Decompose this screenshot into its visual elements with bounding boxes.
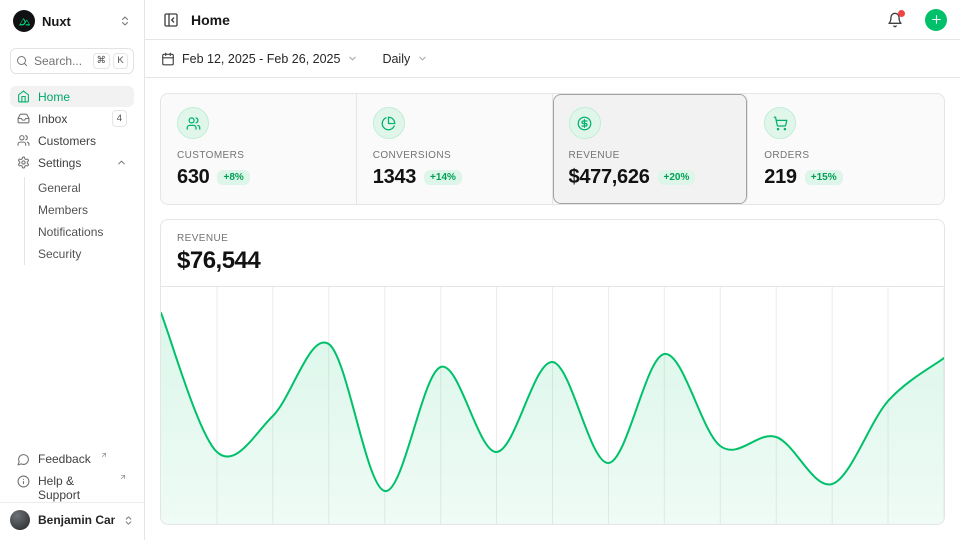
stat-value: $477,626 [569, 166, 650, 189]
sidebar-item-inbox[interactable]: Inbox 4 [10, 108, 134, 129]
footer-link-label: Help & Support [38, 474, 110, 502]
notification-dot [898, 10, 905, 17]
sidebar-item-members[interactable]: Members [38, 199, 134, 221]
footer-link-label: Feedback [38, 452, 91, 466]
external-link-icon [119, 473, 127, 481]
stat-delta-badge: +20% [658, 170, 696, 185]
sidebar-item-home[interactable]: Home [10, 86, 134, 107]
stat-delta-badge: +15% [805, 170, 843, 185]
chevron-up-icon [116, 157, 127, 168]
nuxt-logo-icon [13, 10, 35, 32]
stat-delta-badge: +8% [217, 170, 249, 185]
plus-icon [930, 13, 943, 26]
info-icon [17, 475, 30, 488]
main-area: Home Feb 12, 2025 - Feb 26, 2025 [145, 0, 960, 540]
chart-metric-value: $76,544 [177, 247, 928, 275]
team-selector[interactable]: Nuxt [10, 8, 134, 34]
users-icon [17, 134, 30, 147]
inbox-icon [17, 112, 30, 125]
stat-card-revenue[interactable]: REVENUE $477,626 +20% [553, 94, 749, 204]
chart-metric-label: REVENUE [177, 233, 928, 244]
avatar [10, 510, 30, 530]
external-link-icon [100, 451, 108, 459]
stats-row: CUSTOMERS 630 +8% CONVERSIONS 1343 +14% [160, 93, 945, 205]
user-menu[interactable]: Benjamin Canac [10, 510, 134, 530]
users-icon [177, 107, 209, 139]
stat-value: 630 [177, 166, 209, 189]
sidebar-item-label: Settings [38, 156, 81, 170]
chart-plot-area[interactable]: 14 Feb16 Feb18 Feb20 Feb22 Feb24 Feb [161, 287, 944, 524]
sidebar: Nuxt Search... ⌘ K Home [0, 0, 145, 540]
add-button[interactable] [925, 9, 947, 31]
help-support-link[interactable]: Help & Support [10, 472, 134, 493]
stat-card-orders[interactable]: ORDERS 219 +15% [748, 94, 944, 204]
sidebar-item-settings[interactable]: Settings [10, 152, 134, 173]
stat-label: ORDERS [764, 150, 928, 161]
panel-left-close-icon [163, 12, 179, 28]
home-icon [17, 90, 30, 103]
calendar-icon [161, 52, 175, 66]
sidebar-item-general[interactable]: General [38, 177, 134, 199]
gear-icon [17, 156, 30, 169]
filter-toolbar: Feb 12, 2025 - Feb 26, 2025 Daily [145, 40, 960, 78]
sidebar-item-label: Customers [38, 134, 96, 148]
search-placeholder: Search... [34, 54, 87, 68]
revenue-chart-card: REVENUE $76,544 14 Feb16 Feb18 Feb20 Feb… [160, 219, 945, 525]
stat-delta-badge: +14% [424, 170, 462, 185]
top-bar: Home [145, 0, 960, 40]
team-name: Nuxt [42, 14, 112, 29]
user-section: Benjamin Canac [0, 502, 144, 536]
settings-submenu: General Members Notifications Security [24, 177, 134, 265]
date-range-value: Feb 12, 2025 - Feb 26, 2025 [182, 52, 340, 66]
chevrons-up-down-icon [119, 15, 131, 27]
search-input[interactable]: Search... ⌘ K [10, 48, 134, 74]
stat-card-conversions[interactable]: CONVERSIONS 1343 +14% [357, 94, 553, 204]
pie-chart-icon [373, 107, 405, 139]
sidebar-nav: Home Inbox 4 Customers Settings [10, 86, 134, 267]
notifications-button[interactable] [885, 10, 905, 30]
sidebar-footer: Feedback Help & Support Benjamin Canac [10, 450, 134, 536]
chart-header: REVENUE $76,544 [161, 220, 944, 287]
search-icon [16, 55, 28, 67]
stat-label: CONVERSIONS [373, 150, 536, 161]
stat-label: CUSTOMERS [177, 150, 340, 161]
chevron-down-icon [417, 53, 428, 64]
revenue-area-chart [161, 287, 944, 524]
message-icon [17, 453, 30, 466]
stat-label: REVENUE [569, 150, 732, 161]
dashboard-content: CUSTOMERS 630 +8% CONVERSIONS 1343 +14% [145, 78, 960, 540]
stat-value: 219 [764, 166, 796, 189]
sidebar-item-label: Inbox [38, 112, 67, 126]
kbd-cmd: ⌘ [93, 53, 111, 70]
sidebar-item-label: Home [38, 90, 70, 104]
stat-value: 1343 [373, 166, 416, 189]
stat-card-customers[interactable]: CUSTOMERS 630 +8% [161, 94, 357, 204]
sidebar-item-notifications[interactable]: Notifications [38, 221, 134, 243]
user-name: Benjamin Canac [38, 513, 115, 527]
sidebar-item-customers[interactable]: Customers [10, 130, 134, 151]
period-select[interactable]: Daily [382, 52, 428, 66]
sidebar-collapse-button[interactable] [161, 10, 181, 30]
date-range-picker[interactable]: Feb 12, 2025 - Feb 26, 2025 [161, 52, 358, 66]
page-title: Home [191, 12, 875, 28]
kbd-k: K [113, 53, 128, 70]
search-shortcut: ⌘ K [93, 53, 129, 70]
period-value: Daily [382, 52, 410, 66]
chevrons-up-down-icon [123, 515, 134, 526]
sidebar-item-security[interactable]: Security [38, 243, 134, 265]
feedback-link[interactable]: Feedback [10, 450, 134, 471]
app-root: Nuxt Search... ⌘ K Home [0, 0, 960, 540]
inbox-count-badge: 4 [112, 110, 127, 127]
dollar-circle-icon [569, 107, 601, 139]
chevron-down-icon [347, 53, 358, 64]
shopping-cart-icon [764, 107, 796, 139]
